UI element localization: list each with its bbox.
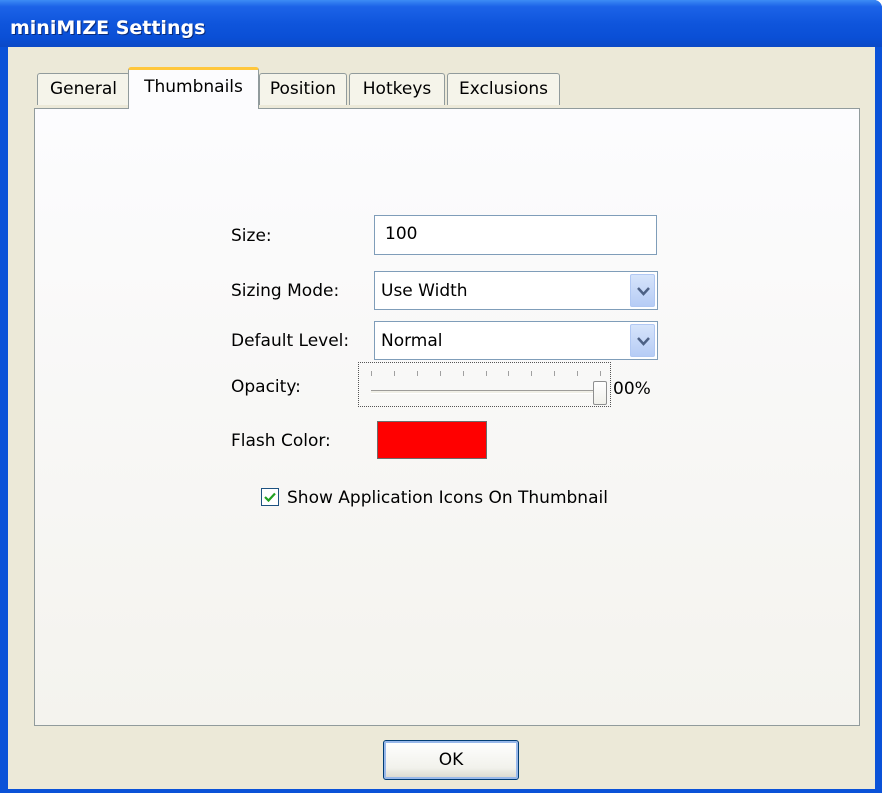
opacity-slider-tick — [417, 371, 418, 376]
opacity-slider-tick — [531, 371, 532, 376]
opacity-label: Opacity: — [231, 377, 301, 397]
default-level-select[interactable]: Normal — [374, 321, 658, 360]
default-level-label: Default Level: — [231, 331, 350, 351]
thumbnails-panel: Size: 100 Sizing Mode: Use Width Default… — [34, 108, 860, 726]
tab-position[interactable]: Position — [259, 73, 347, 105]
opacity-slider-tick — [600, 371, 601, 376]
opacity-slider-tick — [463, 371, 464, 376]
opacity-value: 00% — [613, 379, 651, 399]
window-title: miniMIZE Settings — [10, 17, 206, 39]
show-icons-checkbox[interactable] — [261, 488, 279, 506]
chevron-down-icon[interactable] — [630, 324, 655, 357]
checkmark-icon — [264, 492, 276, 503]
tab-general[interactable]: General — [37, 73, 130, 105]
title-bar[interactable]: miniMIZE Settings — [0, 0, 882, 47]
settings-window: miniMIZE Settings General Thumbnails Pos… — [0, 0, 882, 793]
sizing-mode-value: Use Width — [381, 281, 468, 301]
opacity-slider-tick — [486, 371, 487, 376]
size-input[interactable]: 100 — [374, 215, 657, 255]
sizing-mode-label: Sizing Mode: — [231, 281, 340, 301]
default-level-value: Normal — [381, 331, 443, 351]
opacity-slider-tick — [394, 371, 395, 376]
sizing-mode-select[interactable]: Use Width — [374, 271, 658, 310]
tab-thumbnails[interactable]: Thumbnails — [128, 67, 259, 109]
opacity-slider-tick — [577, 371, 578, 376]
opacity-slider-track — [371, 390, 600, 394]
ok-button[interactable]: OK — [383, 740, 519, 780]
tab-strip: General Thumbnails Position Hotkeys Excl… — [8, 47, 875, 109]
opacity-slider-thumb[interactable] — [593, 381, 607, 405]
flash-color-swatch[interactable] — [377, 421, 487, 459]
show-icons-label[interactable]: Show Application Icons On Thumbnail — [287, 488, 608, 508]
chevron-down-icon[interactable] — [630, 274, 655, 307]
opacity-slider[interactable] — [358, 362, 611, 407]
opacity-slider-tick — [440, 371, 441, 376]
tab-exclusions[interactable]: Exclusions — [447, 73, 560, 105]
flash-color-label: Flash Color: — [231, 431, 331, 451]
opacity-slider-tick — [554, 371, 555, 376]
opacity-slider-tick — [508, 371, 509, 376]
opacity-slider-tick — [371, 371, 372, 376]
tab-hotkeys[interactable]: Hotkeys — [349, 73, 445, 105]
size-label: Size: — [231, 226, 272, 246]
dialog-client-area: General Thumbnails Position Hotkeys Excl… — [8, 47, 875, 789]
